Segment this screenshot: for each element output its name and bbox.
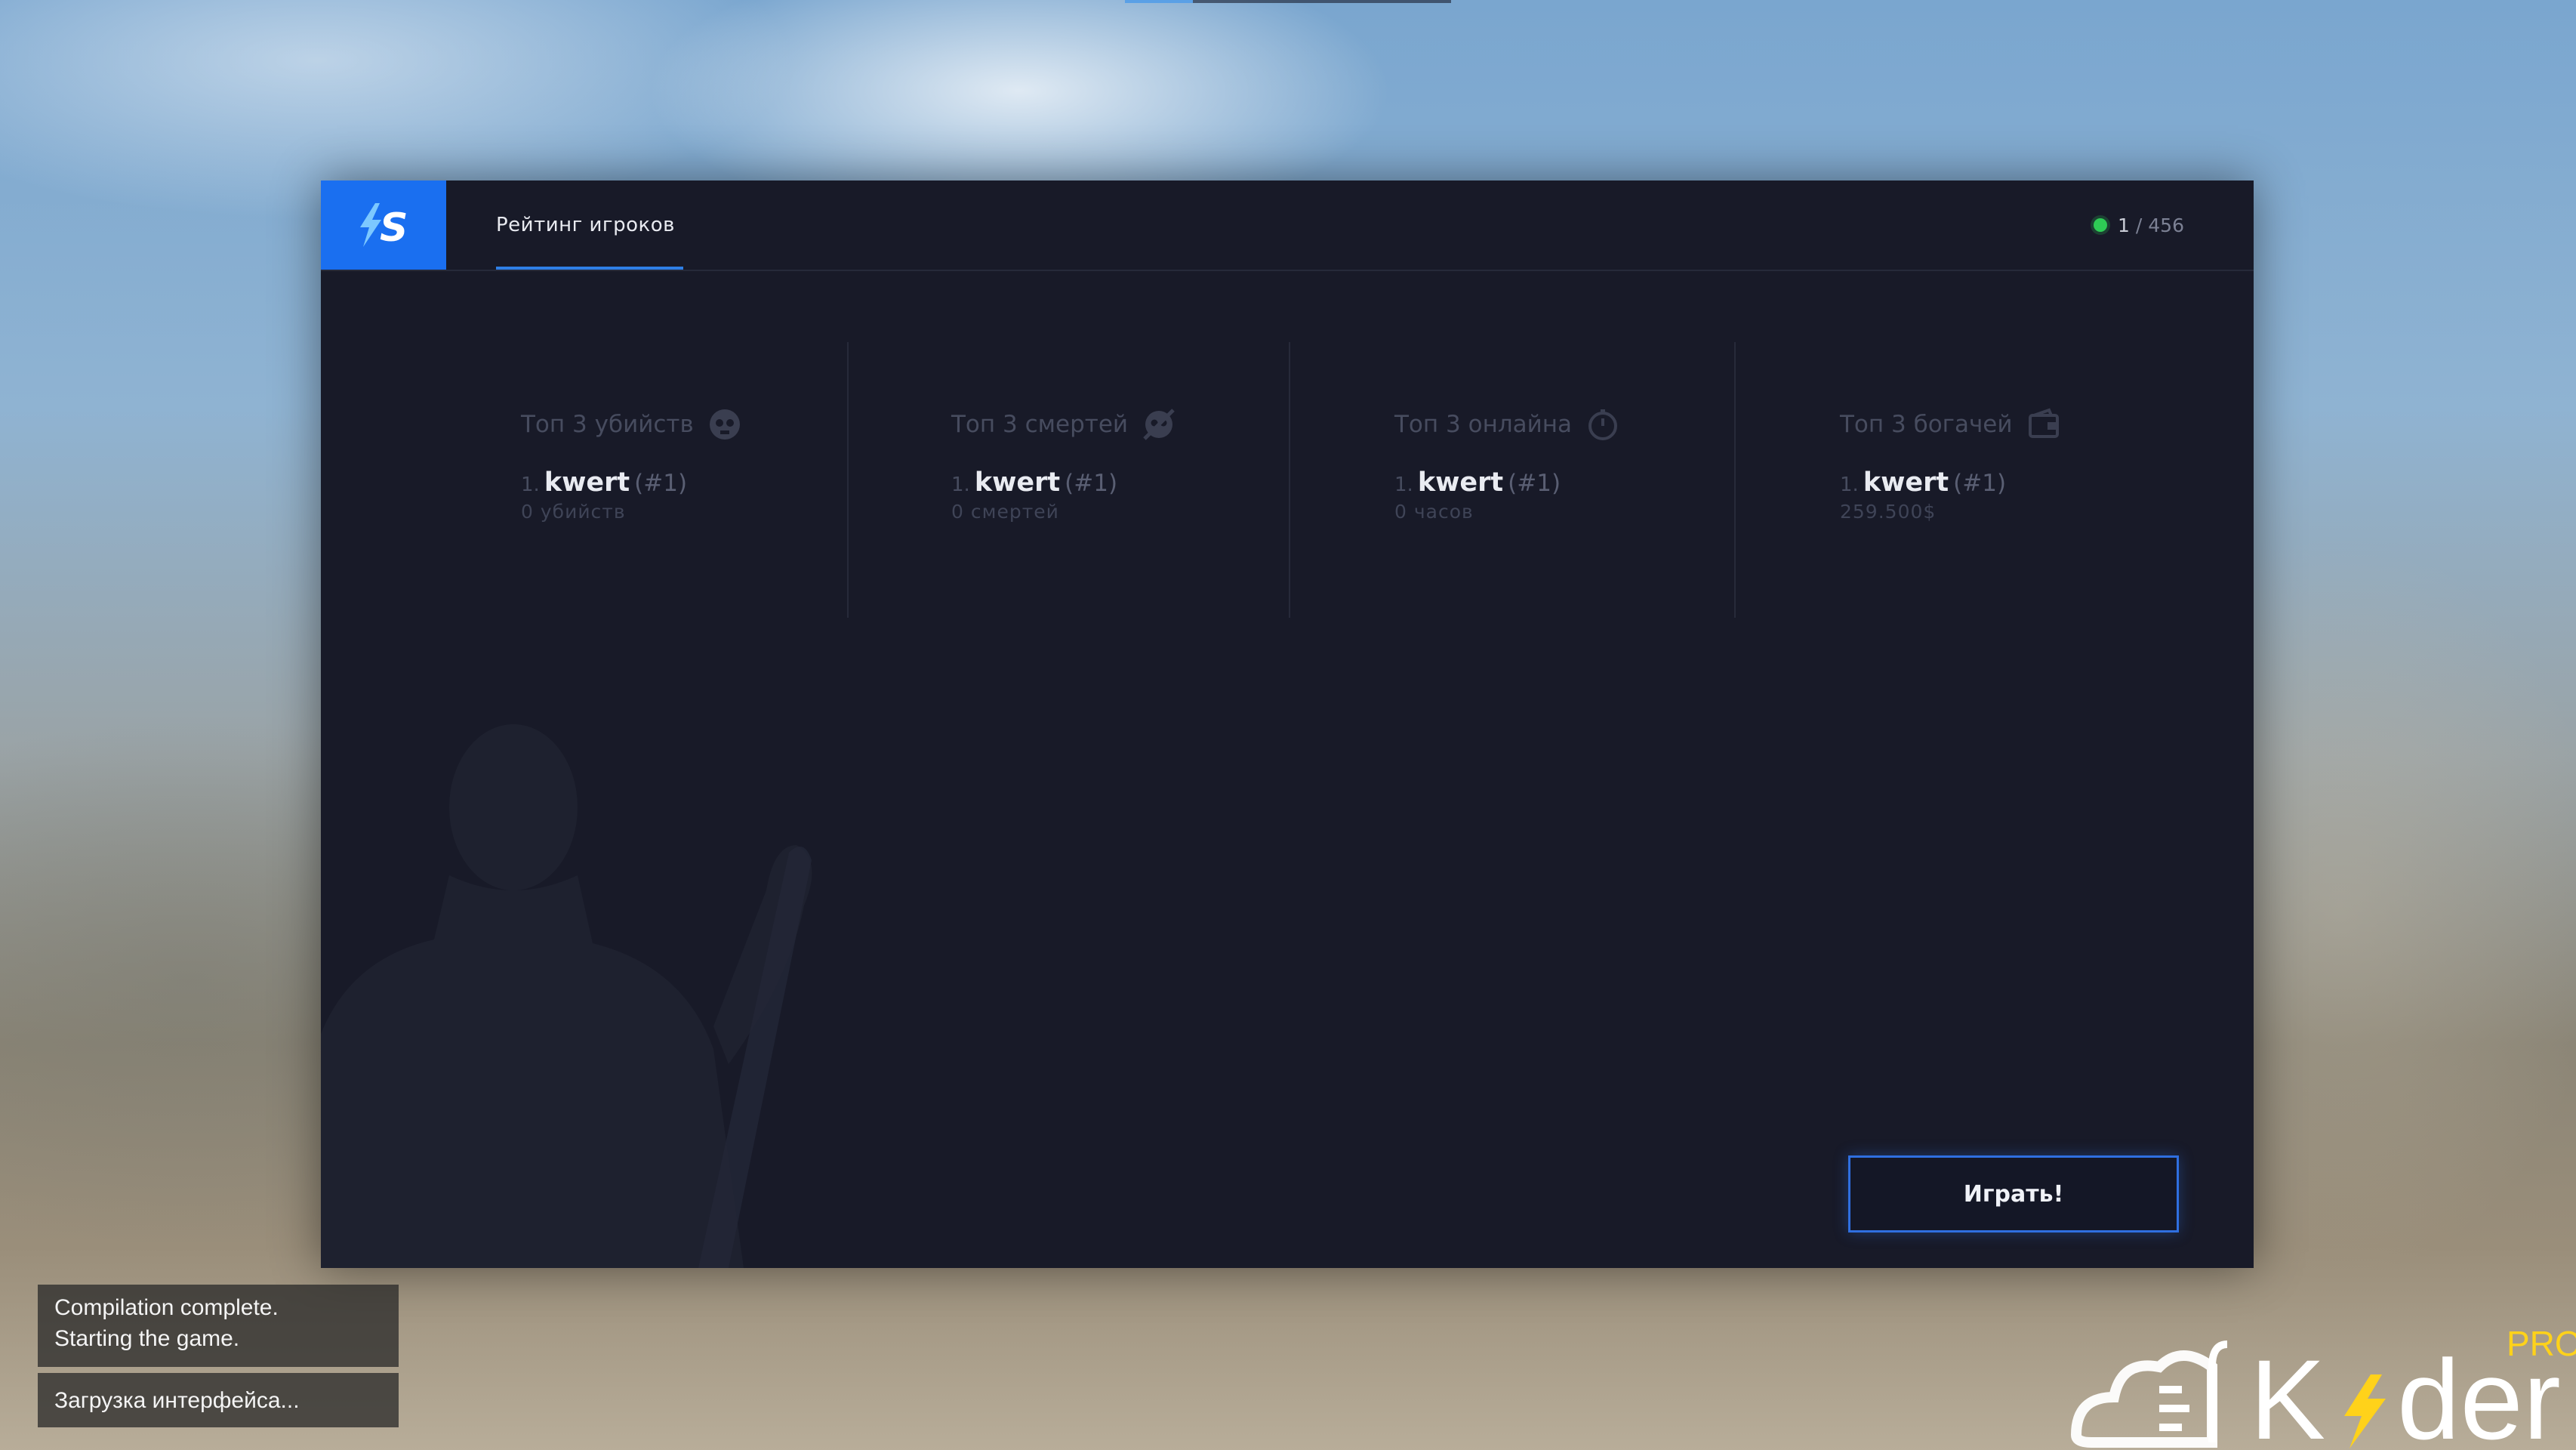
compile-line-1: Compilation complete. (54, 1295, 279, 1320)
stat-player: kwert (1417, 467, 1504, 498)
stat-value: 0 убийств (521, 501, 626, 523)
stat-player: kwert (974, 467, 1061, 498)
logo: S (321, 180, 446, 270)
loading-notification: Загрузка интерфейса... (38, 1373, 399, 1427)
stat-player: kwert (1863, 467, 1949, 498)
stat-deaths: Топ 3 смертей 1. kwert (#1) 0 смертей (951, 407, 1344, 523)
stat-rich: Топ 3 богачей 1. kwert (#1) 259.500$ (1840, 407, 2232, 523)
compile-notification: Compilation complete. Starting the game. (38, 1285, 399, 1367)
stat-title: Топ 3 убийств (521, 411, 694, 438)
top-progress-bar (1125, 0, 1451, 3)
online-current: 1 (2118, 214, 2130, 236)
stat-rank: 1. (951, 474, 970, 496)
stat-rank: 1. (1394, 474, 1413, 496)
stat-tag: (#1) (1065, 470, 1118, 497)
stat-tag: (#1) (1953, 470, 2007, 497)
watermark-pro-badge: PRO (2507, 1324, 2576, 1363)
stat-rank: 1. (1840, 474, 1859, 496)
tab-active-indicator (496, 267, 683, 270)
wallet-icon (2028, 408, 2059, 438)
watermark-text-k: K (2250, 1336, 2325, 1450)
stat-player: kwert (544, 467, 630, 498)
stat-title: Топ 3 богачей (1840, 411, 2013, 438)
lightning-icon (2344, 1374, 2386, 1448)
modal-header: S Рейтинг игроков 1 / 456 (321, 180, 2254, 271)
loading-text: Загрузка интерфейса... (54, 1387, 300, 1413)
play-button-label: Играть! (1963, 1180, 2064, 1208)
server-logo-icon: S (360, 203, 408, 251)
character-silhouette (321, 724, 812, 1268)
tab-label: Рейтинг игроков (496, 214, 675, 236)
crossed-skull-icon (1143, 409, 1175, 440)
stat-kills: Топ 3 убийств 1. kwert (#1) 0 убийств (521, 407, 914, 523)
stat-online: Топ 3 онлайна 1. kwert (#1) 0 часов (1394, 407, 1787, 523)
stat-title: Топ 3 онлайна (1394, 411, 1573, 438)
skull-icon (709, 409, 740, 440)
tab-player-rating[interactable]: Рейтинг игроков (496, 180, 675, 270)
svg-text:S: S (380, 205, 408, 251)
stat-value: 0 смертей (951, 501, 1059, 523)
play-button[interactable]: Играть! (1848, 1155, 2179, 1232)
stat-tag: (#1) (1508, 470, 1561, 497)
online-separator: / (2135, 214, 2143, 236)
online-counter: 1 / 456 (2094, 180, 2184, 270)
timer-icon (1588, 409, 1618, 440)
stat-rank: 1. (521, 474, 540, 496)
online-status-icon (2094, 218, 2108, 232)
online-max: 456 (2148, 214, 2184, 236)
rating-modal: S Рейтинг игроков 1 / 456 Топ 3 убийств (321, 180, 2254, 1268)
compile-line-2: Starting the game. (54, 1326, 240, 1351)
stat-value: 0 часов (1394, 501, 1474, 523)
stat-value: 259.500$ (1840, 501, 1937, 523)
stat-tag: (#1) (634, 470, 688, 497)
stat-title: Топ 3 смертей (951, 411, 1129, 438)
watermark-logo: K der PRO (2070, 1324, 2576, 1450)
